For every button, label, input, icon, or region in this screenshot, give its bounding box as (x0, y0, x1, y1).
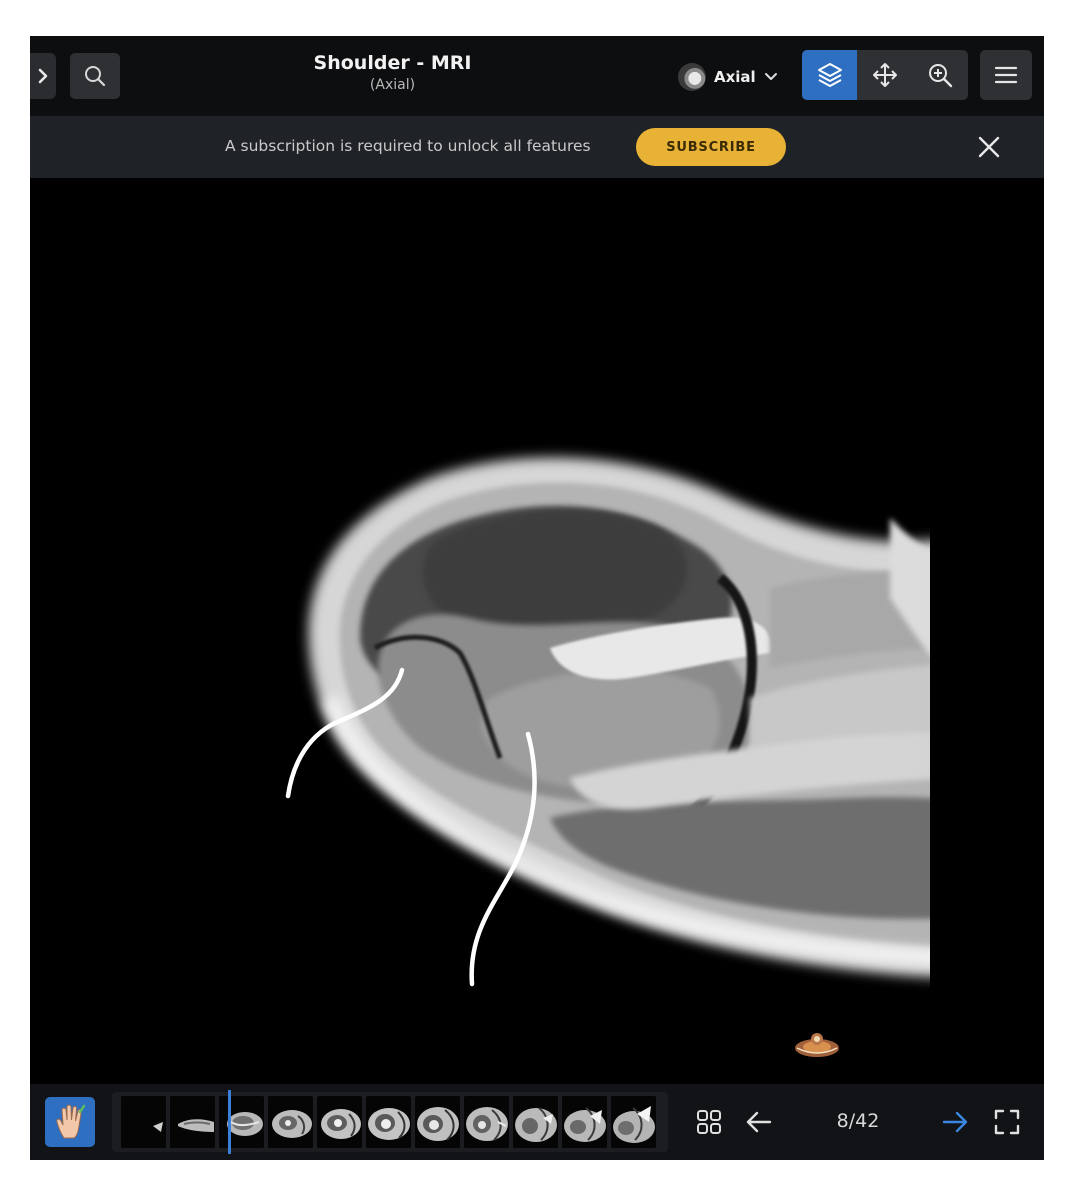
stack-scroll-tool-button[interactable] (802, 50, 858, 100)
slice-thumbnail[interactable] (121, 1096, 166, 1148)
page-title: Shoulder - MRI (313, 52, 472, 74)
banner-message: A subscription is required to unlock all… (225, 137, 591, 155)
hand-tool-button[interactable] (45, 1097, 95, 1147)
close-banner-button[interactable] (972, 130, 1006, 164)
slice-thumbnail[interactable] (268, 1096, 313, 1148)
hand-tool-icon (56, 1104, 86, 1139)
current-slice-marker (228, 1090, 231, 1154)
search-button[interactable] (70, 53, 120, 99)
slice-thumbnail[interactable] (513, 1096, 558, 1148)
zoom-in-icon (929, 64, 953, 88)
study-title-block: Shoulder - MRI (Axial) (280, 52, 505, 93)
mri-viewer-app: Shoulder - MRI (Axial) Axial A subscript… (30, 36, 1044, 1160)
move-icon (872, 63, 897, 87)
subscription-banner: A subscription is required to unlock all… (30, 116, 1044, 178)
slice-thumbnail[interactable] (170, 1096, 215, 1148)
grid-view-button[interactable] (694, 1105, 724, 1139)
top-toolbar: Shoulder - MRI (Axial) Axial (30, 36, 1044, 116)
slice-thumbnail[interactable] (366, 1096, 411, 1148)
bottom-toolbar: 8/42 (30, 1084, 1044, 1160)
chevron-down-icon (764, 73, 777, 80)
main-menu-button[interactable] (980, 50, 1032, 100)
search-icon (85, 66, 106, 87)
slice-counter: 8/42 (836, 1110, 880, 1132)
pan-tool-button[interactable] (857, 50, 912, 100)
image-viewport[interactable] (30, 178, 1044, 1084)
slice-thumbnail-strip[interactable] (112, 1092, 668, 1152)
slice-thumbnail[interactable] (464, 1096, 509, 1148)
fullscreen-button[interactable] (990, 1105, 1024, 1139)
layers-icon (817, 63, 842, 87)
slice-thumbnail[interactable] (415, 1096, 460, 1148)
previous-slice-button[interactable] (742, 1105, 776, 1139)
fullscreen-icon (994, 1109, 1020, 1135)
next-slice-button[interactable] (938, 1105, 972, 1139)
slice-thumbnail[interactable] (317, 1096, 362, 1148)
page-subtitle: (Axial) (369, 77, 416, 93)
plane-dropdown[interactable]: Axial (678, 62, 778, 92)
axial-thumbnail-icon (678, 63, 706, 91)
arrow-right-icon (942, 1111, 968, 1133)
chevron-right-icon (38, 68, 48, 84)
mri-slice-image (30, 178, 1044, 1084)
slice-thumbnail[interactable] (611, 1096, 656, 1148)
plane-label: Axial (714, 68, 756, 86)
slice-thumbnail[interactable] (562, 1096, 607, 1148)
close-icon (978, 136, 1000, 158)
body-orientation-icon[interactable] (792, 1028, 842, 1064)
zoom-tool-button[interactable] (913, 50, 968, 100)
grid-icon (697, 1110, 721, 1134)
expand-sidebar-button[interactable] (30, 53, 56, 99)
slice-thumbnail[interactable] (219, 1096, 264, 1148)
hamburger-menu-icon (994, 66, 1018, 84)
view-tool-group (802, 50, 968, 100)
arrow-left-icon (746, 1111, 772, 1133)
subscribe-button[interactable]: SUBSCRIBE (636, 128, 786, 166)
